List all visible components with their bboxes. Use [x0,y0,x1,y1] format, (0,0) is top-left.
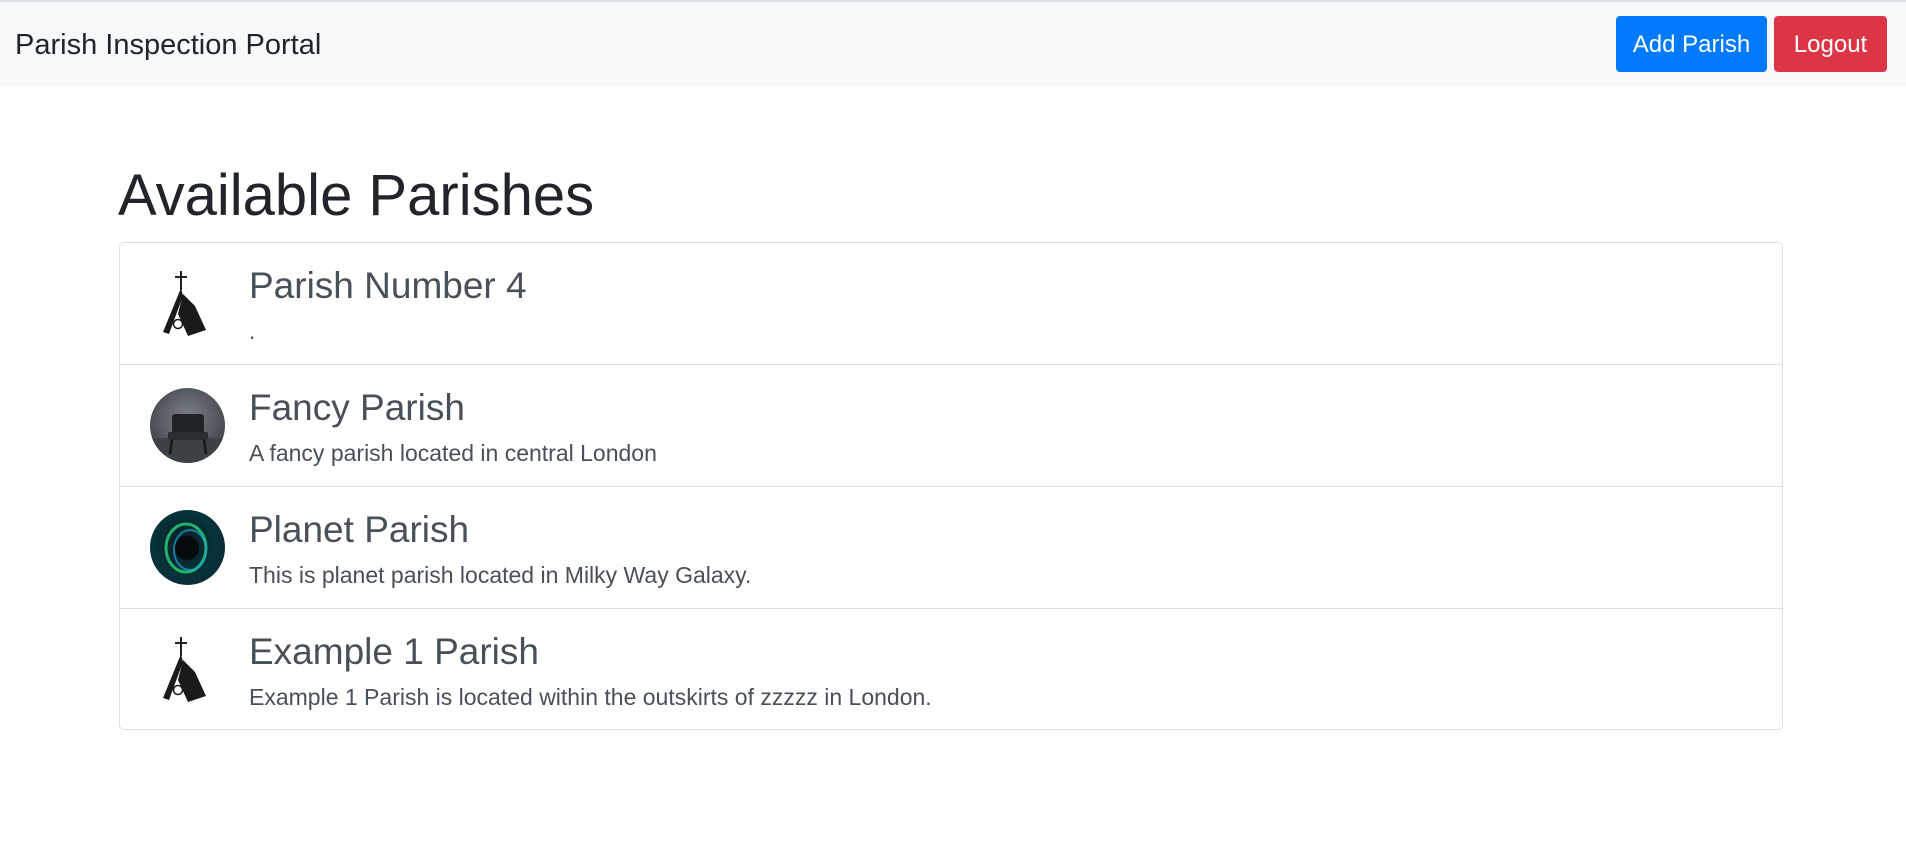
page-title: Available Parishes [118,163,595,228]
parish-name: Fancy Parish [249,387,465,428]
chair-photo [150,388,225,463]
parish-list: Parish Number 4 . Fancy Parish A fancy p… [119,242,1783,730]
parish-description: Example 1 Parish is located within the o… [249,684,932,710]
logout-button[interactable]: Logout [1774,16,1887,72]
list-item[interactable]: Fancy Parish A fancy parish located in c… [120,365,1782,487]
parish-description: A fancy parish located in central London [249,440,657,466]
list-item[interactable]: Example 1 Parish Example 1 Parish is loc… [120,609,1782,729]
church-icon [150,266,225,341]
parish-description: . [249,318,256,344]
brand-link[interactable]: Parish Inspection Portal [15,25,321,65]
navbar: Parish Inspection Portal Add Parish Logo… [0,2,1906,86]
parish-name: Parish Number 4 [249,265,527,306]
parish-name: Planet Parish [249,509,470,550]
parish-name: Example 1 Parish [249,631,539,672]
list-item[interactable]: Parish Number 4 . [120,243,1782,365]
parish-description: This is planet parish located in Milky W… [249,562,752,588]
church-icon [150,632,225,707]
planet-photo [150,510,225,585]
list-item[interactable]: Planet Parish This is planet parish loca… [120,487,1782,609]
add-parish-button[interactable]: Add Parish [1616,16,1767,72]
